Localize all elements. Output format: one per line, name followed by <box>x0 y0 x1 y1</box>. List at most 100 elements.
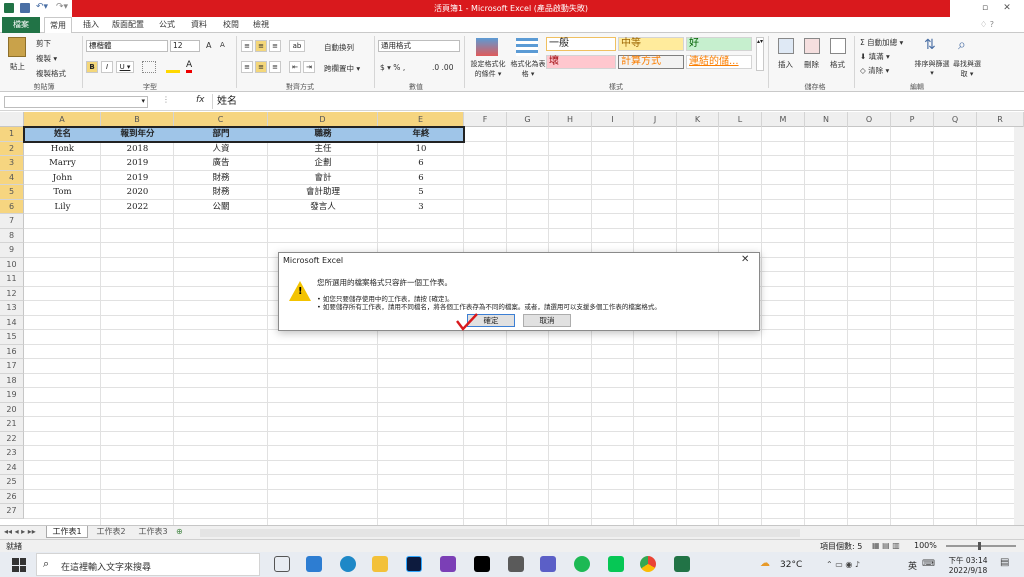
table-cell[interactable]: 10 <box>378 142 464 157</box>
row-header-3[interactable]: 3 <box>0 156 24 171</box>
table-cell[interactable]: 人資 <box>174 142 268 157</box>
vertical-scrollbar[interactable] <box>1014 127 1024 525</box>
excel-taskbar-icon[interactable] <box>674 556 690 572</box>
notification-icon[interactable]: ▤ <box>1000 557 1009 568</box>
row-header-27[interactable]: 27 <box>0 504 24 519</box>
table-cell[interactable]: 2019 <box>101 171 174 186</box>
spotify-icon[interactable] <box>574 556 590 572</box>
clock-date[interactable]: 2022/9/18 <box>946 566 990 575</box>
tray-icons[interactable]: ⌃ ▭ ◉ ♪ <box>826 560 860 569</box>
jetbrains-icon[interactable] <box>474 556 490 572</box>
table-cell[interactable]: 2019 <box>101 156 174 171</box>
dialog-close-icon[interactable]: ✕ <box>741 254 749 265</box>
teams-icon[interactable] <box>540 556 556 572</box>
table-cell[interactable]: 企劃 <box>268 156 378 171</box>
sheet-tab-1[interactable]: 工作表1 <box>46 526 88 538</box>
table-cell[interactable]: 會計 <box>268 171 378 186</box>
zoom-slider[interactable] <box>946 545 1016 547</box>
table-cell[interactable]: 2022 <box>101 200 174 215</box>
row-header-10[interactable]: 10 <box>0 257 24 272</box>
row-header-21[interactable]: 21 <box>0 417 24 432</box>
row-header-1[interactable]: 1 <box>0 127 24 142</box>
table-cell[interactable]: Lily <box>24 200 101 215</box>
row-header-19[interactable]: 19 <box>0 388 24 403</box>
table-cell[interactable]: Honk <box>24 142 101 157</box>
table-cell[interactable]: 3 <box>378 200 464 215</box>
table-cell[interactable]: Marry <box>24 156 101 171</box>
row-gridline <box>24 401 1024 403</box>
table-cell[interactable]: 6 <box>378 156 464 171</box>
status-bar: 就緒 項目個數: 5 ▦ ▤ ▥ 100% <box>0 539 1024 552</box>
row-gridline <box>24 343 1024 345</box>
row-header-22[interactable]: 22 <box>0 431 24 446</box>
row-header-23[interactable]: 23 <box>0 446 24 461</box>
task-view-icon[interactable] <box>274 556 290 572</box>
cancel-button[interactable]: 取消 <box>523 314 571 327</box>
row-header-7[interactable]: 7 <box>0 214 24 229</box>
table-cell[interactable]: 財務 <box>174 185 268 200</box>
row-header-6[interactable]: 6 <box>0 199 24 214</box>
weather-temp[interactable]: 32°C <box>780 560 802 570</box>
row-gridline <box>24 242 1024 243</box>
row-gridline <box>24 517 1024 519</box>
weather-icon[interactable]: ☁ <box>760 558 770 569</box>
row-header-25[interactable]: 25 <box>0 475 24 490</box>
mail-icon[interactable] <box>306 556 322 572</box>
row-header-14[interactable]: 14 <box>0 315 24 330</box>
row-header-8[interactable]: 8 <box>0 228 24 243</box>
table-cell[interactable]: 2020 <box>101 185 174 200</box>
sheet-tab-2[interactable]: 工作表2 <box>90 526 132 538</box>
row-header-9[interactable]: 9 <box>0 243 24 258</box>
row-header-17[interactable]: 17 <box>0 359 24 374</box>
dialog-bullet-2: • 如要儲存所有工作表，請用不同檔名，將各個工作表存為不同的檔案。或者，請選用可… <box>317 303 661 311</box>
row-header-11[interactable]: 11 <box>0 272 24 287</box>
table-cell[interactable]: 發言人 <box>268 200 378 215</box>
clock-time[interactable]: 下午 03:14 <box>946 555 990 566</box>
column-gridline <box>847 127 848 525</box>
row-gridline <box>24 488 1024 490</box>
row-header-2[interactable]: 2 <box>0 141 24 156</box>
row-gridline <box>24 445 1024 446</box>
table-cell[interactable]: Tom <box>24 185 101 200</box>
row-header-12[interactable]: 12 <box>0 286 24 301</box>
row-header-15[interactable]: 15 <box>0 330 24 345</box>
table-cell[interactable]: 2018 <box>101 142 174 157</box>
sheet-tab-3[interactable]: 工作表3 <box>132 526 174 538</box>
zoom-level[interactable]: 100% <box>914 541 937 550</box>
row-gridline <box>24 503 1024 504</box>
chrome-icon[interactable] <box>640 556 656 572</box>
edge-icon[interactable] <box>340 556 356 572</box>
table-cell[interactable]: 財務 <box>174 171 268 186</box>
row-header-16[interactable]: 16 <box>0 344 24 359</box>
table-cell[interactable]: 會計助理 <box>268 185 378 200</box>
sheet-tab-bar: ◂◂ ◂ ▸ ▸▸ 工作表1 工作表2 工作表3 ⊕ <box>0 525 1024 539</box>
row-header-5[interactable]: 5 <box>0 185 24 200</box>
app-icon[interactable] <box>508 556 524 572</box>
zoom-slider-thumb[interactable] <box>978 542 981 550</box>
row-header-24[interactable]: 24 <box>0 460 24 475</box>
line-icon[interactable] <box>608 556 624 572</box>
row-header-20[interactable]: 20 <box>0 402 24 417</box>
ime-indicator[interactable]: 英 <box>908 559 917 572</box>
sheet-nav-icon[interactable]: ◂◂ ◂ ▸ ▸▸ <box>4 527 36 536</box>
row-header-4[interactable]: 4 <box>0 170 24 185</box>
table-cell[interactable]: John <box>24 171 101 186</box>
horizontal-scrollbar[interactable] <box>200 529 800 537</box>
keyboard-icon[interactable]: ⌨ <box>922 559 935 569</box>
new-sheet-icon[interactable]: ⊕ <box>176 527 183 536</box>
table-cell[interactable]: 5 <box>378 185 464 200</box>
table-cell[interactable]: 6 <box>378 171 464 186</box>
table-cell[interactable]: 主任 <box>268 142 378 157</box>
dialog-message: 您所選用的檔案格式只容許一個工作表。 <box>317 278 452 287</box>
file-explorer-icon[interactable] <box>372 556 388 572</box>
row-header-18[interactable]: 18 <box>0 373 24 388</box>
view-mode-icons[interactable]: ▦ ▤ ▥ <box>872 541 900 550</box>
table-cell[interactable]: 公關 <box>174 200 268 215</box>
visual-studio-icon[interactable] <box>440 556 456 572</box>
taskbar-search-box[interactable]: ⌕ 在這裡輸入文字來搜尋 <box>36 553 260 576</box>
table-cell[interactable]: 廣告 <box>174 156 268 171</box>
row-header-26[interactable]: 26 <box>0 489 24 504</box>
row-header-13[interactable]: 13 <box>0 301 24 316</box>
photoshop-icon[interactable] <box>406 556 422 572</box>
windows-start-icon[interactable] <box>12 558 26 572</box>
